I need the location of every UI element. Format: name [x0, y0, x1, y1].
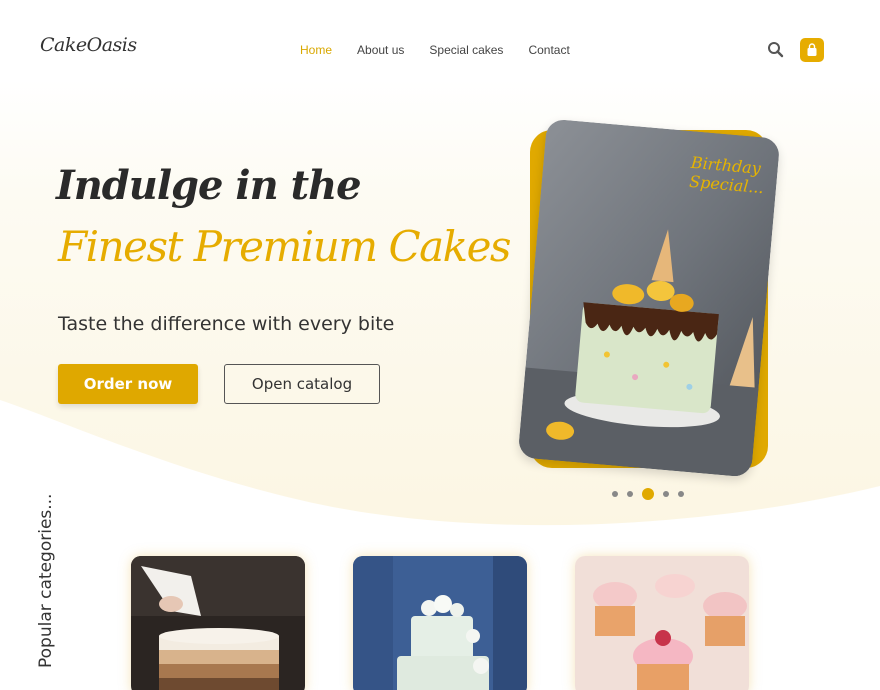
carousel-dot[interactable] — [627, 491, 633, 497]
nav-about-us[interactable]: About us — [357, 43, 404, 57]
category-card-cupcakes[interactable] — [575, 556, 749, 690]
category-card-ombre-cake[interactable] — [131, 556, 305, 690]
nav-home[interactable]: Home — [300, 43, 332, 57]
carousel-dot[interactable] — [612, 491, 618, 497]
category-card-wedding-cake[interactable] — [353, 556, 527, 690]
order-now-button[interactable]: Order now — [58, 364, 198, 404]
logo-text: CakeOasis — [40, 34, 137, 56]
categories-title: Popular categories... — [36, 493, 56, 668]
carousel-dot[interactable] — [678, 491, 684, 497]
shopping-bag-icon — [807, 43, 817, 56]
main-nav: Home About us Special cakes Contact — [300, 43, 595, 57]
carousel-indicators — [612, 488, 684, 500]
search-icon[interactable] — [766, 40, 786, 60]
open-catalog-button[interactable]: Open catalog — [224, 364, 380, 404]
hero-headline-line2: Finest Premium Cakes — [58, 222, 511, 271]
logo[interactable]: CakeOasis — [40, 34, 137, 56]
carousel-dot-active[interactable] — [642, 488, 654, 500]
hero-headline-line1: Indulge in the — [56, 162, 362, 209]
cart-button[interactable] — [800, 38, 824, 62]
nav-contact[interactable]: Contact — [528, 43, 569, 57]
hero-tagline: Taste the difference with every bite — [58, 313, 395, 335]
nav-special-cakes[interactable]: Special cakes — [429, 43, 503, 57]
hero-card-label: Birthday Special... — [688, 152, 765, 198]
carousel-dot[interactable] — [663, 491, 669, 497]
